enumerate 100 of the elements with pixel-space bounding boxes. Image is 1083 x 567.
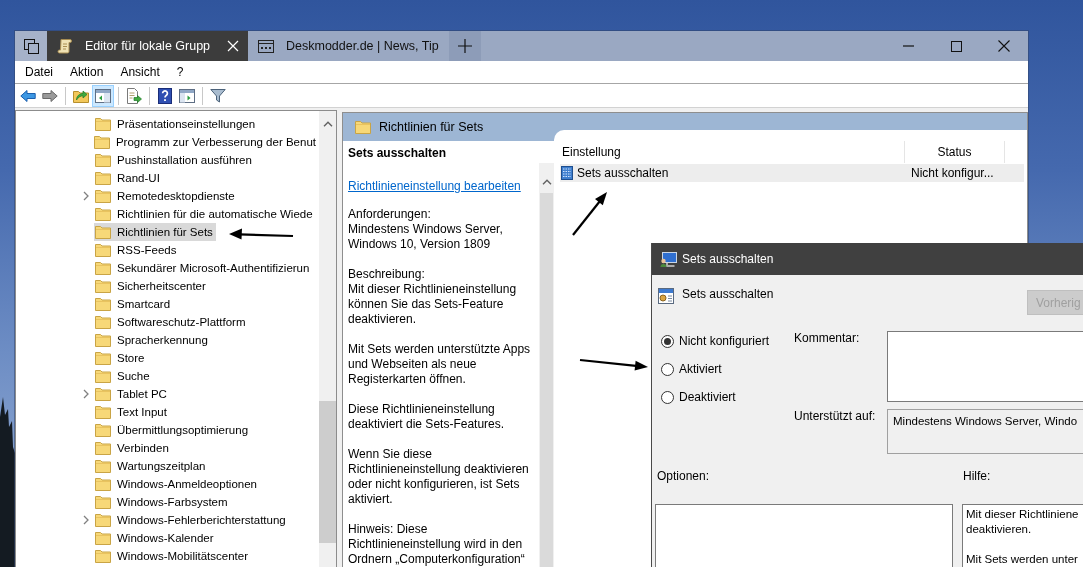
radio-button[interactable] [661,362,674,376]
folder-arrow-icon [73,88,89,103]
tree-item[interactable]: Übermittlungsoptimierung [94,421,252,439]
annotation-arrow [571,190,609,237]
radio-button[interactable] [661,390,674,404]
tree-item[interactable]: Softwareschutz-Plattform [94,313,249,331]
tree-item[interactable]: RSS-Feeds [94,241,180,259]
minimize-icon [902,45,914,47]
window-tab[interactable]: Deskmodder.de | News, Tip [248,31,449,61]
menu-item[interactable]: Aktion [63,63,111,81]
field-label: Hilfe: [962,469,992,483]
tree-item[interactable]: Sicherheitscenter [94,277,209,295]
description-text: Anforderungen: Mindestens Windows Server, Windows 10, Version 1809 [348,207,504,252]
chevron-up-icon[interactable] [322,121,333,127]
scrollbar-thumb[interactable] [540,193,553,567]
tree-item[interactable]: Sekundärer Microsoft-Authentifizierun [94,259,313,277]
close-icon[interactable] [227,40,239,52]
tree-item[interactable]: Pushinstallation ausführen [94,151,255,169]
help-text: Mit dieser Richtliniene deaktivieren. Mit Sets werden unter [966,507,1080,567]
column-header[interactable]: Einstellung [554,141,905,163]
edit-policy-link[interactable]: Richtlinieneinstellung bearbeiten [348,179,521,194]
table-cell-text: Nicht konfigur... [911,166,995,180]
folder-icon [95,171,111,185]
tree-item[interactable]: Windows-Fehlerberichterstattung [94,511,289,529]
tree-item[interactable]: Rand-UI [94,169,163,187]
dialog-title: Sets ausschalten [682,252,774,266]
scrollbar-thumb[interactable] [319,401,336,543]
description-text: Wenn Sie diese Richtlinieneinstellung deaktivieren oder nicht konfigurieren, ist Sets aktiviert. [348,447,530,507]
tree-toggle-button[interactable] [92,84,114,107]
radio-option[interactable]: Nicht konfiguriert [661,334,770,348]
tree-item[interactable]: Text Input [94,403,170,421]
filter-icon [210,88,226,103]
tree-item[interactable]: Tablet PC [94,385,170,403]
folder-icon [95,369,111,383]
window-panes-icon [179,88,195,103]
tree-item[interactable]: Richtlinien für die automatische Wiede [94,205,316,223]
folder-icon [95,315,111,329]
tab-overview-button[interactable] [15,31,47,61]
field-label: Optionen: [656,469,711,483]
tree-item[interactable]: Spracherkennung [94,331,211,349]
forward-arrow-icon [42,88,58,103]
scrollbar-track[interactable] [319,111,336,567]
chevron-right-icon[interactable] [83,191,89,201]
folder-icon [95,153,111,167]
folder-icon [95,441,111,455]
tree-item[interactable]: Remotedesktopdienste [94,187,238,205]
policy-document-icon [561,166,573,180]
description-text: Hinweis: Diese Richtlinieneinstellung wird in den Ordnern „Computerkonfiguration“ [348,522,526,567]
supported-platforms-field: Mindestens Windows Server, Windo [887,409,1083,454]
chevron-right-icon[interactable] [83,515,89,525]
comment-field[interactable] [887,331,1083,402]
folder-icon [95,189,111,203]
tree-item[interactable]: Windows-Farbsystem [94,493,231,511]
tree-item[interactable]: Suche [94,367,153,385]
window-panes-icon [95,88,111,103]
field-label: Unterstützt auf: [794,409,877,423]
folder-icon [95,261,111,275]
close-icon [998,40,1010,52]
radio-option[interactable]: Deaktiviert [661,390,736,404]
tree-item[interactable]: Wartungszeitplan [94,457,209,475]
radio-option[interactable]: Aktiviert [661,362,722,376]
tree-item[interactable]: Richtlinien für Sets [94,223,216,241]
folder-icon [95,423,111,437]
radio-button[interactable] [661,334,674,348]
folder-icon [95,117,111,131]
menu-item[interactable]: ? [169,63,191,81]
window-tab[interactable]: Editor für lokale Grupp [47,31,248,61]
new-tab-button[interactable] [449,31,481,61]
tree-item[interactable]: Windows-Anmeldeoptionen [94,475,260,493]
tree-item[interactable]: Windows-Kalender [94,529,217,547]
tree-item[interactable]: Smartcard [94,295,174,313]
tree-item[interactable]: Verbinden [94,439,172,457]
tree-item[interactable]: Windows-Mobilitätscenter [94,547,251,565]
folder-icon [95,495,111,509]
tree-item[interactable]: Store [94,349,148,367]
folder-icon [95,477,111,491]
column-header[interactable]: Status [905,141,1005,163]
table-row[interactable]: Sets ausschalten Nicht konfigur... [560,164,1024,182]
menu-item[interactable]: Datei [18,63,60,81]
folder-icon [95,459,111,473]
tree-item[interactable]: Präsentationseinstellungen [94,115,259,133]
folder-icon [95,351,111,365]
folder-icon [95,333,111,347]
maximize-icon [950,40,962,52]
annotation-arrow [229,228,295,242]
chevron-up-icon[interactable] [541,179,552,185]
folder-icon [95,225,111,239]
table-cell-text: Sets ausschalten [577,166,670,180]
menu-item[interactable]: Ansicht [113,63,167,81]
tree-item[interactable]: Programm zur Verbesserung der Benut [92,133,319,151]
plus-icon [458,39,472,53]
field-label: Kommentar: [794,331,861,345]
folder-icon [95,513,111,527]
folder-icon [95,279,111,293]
chevron-right-icon[interactable] [83,389,89,399]
stacked-windows-icon [23,38,39,54]
category-title: Richtlinien für Sets [379,120,484,134]
description-text: Beschreibung: Mit dieser Richtlinieneinstellung können Sie das Sets-Feature deaktivieren. [348,267,518,327]
help-icon [158,87,172,104]
scrollbar-track[interactable] [539,163,554,567]
